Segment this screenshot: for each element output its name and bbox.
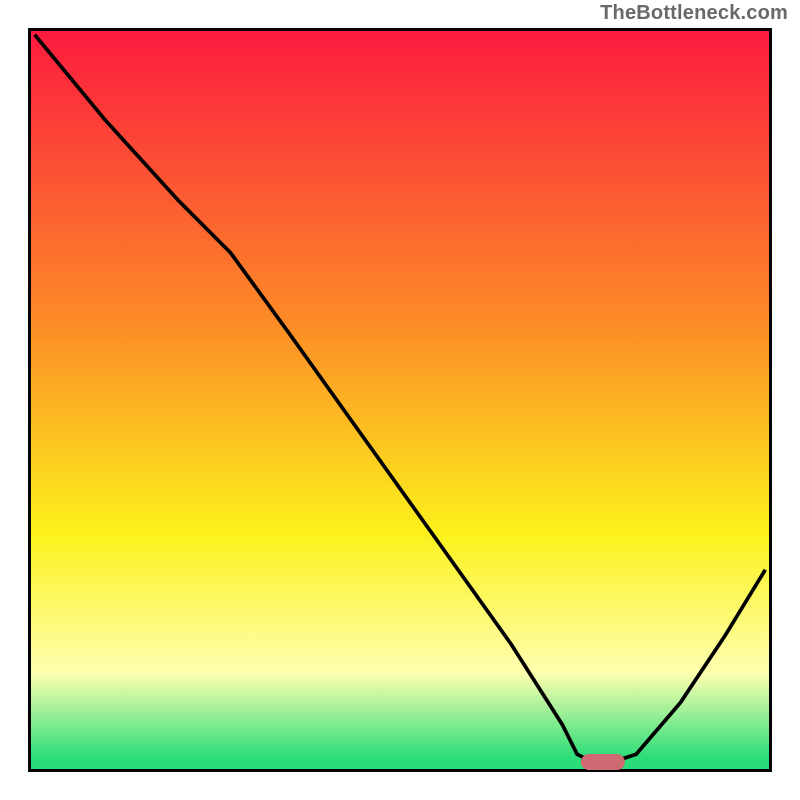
optimum-marker [581,754,625,770]
attribution-text: TheBottleneck.com [600,2,788,25]
bottleneck-curve [31,31,769,769]
plot-area [31,31,769,769]
curve-path [35,35,766,762]
chart-frame [28,28,772,772]
